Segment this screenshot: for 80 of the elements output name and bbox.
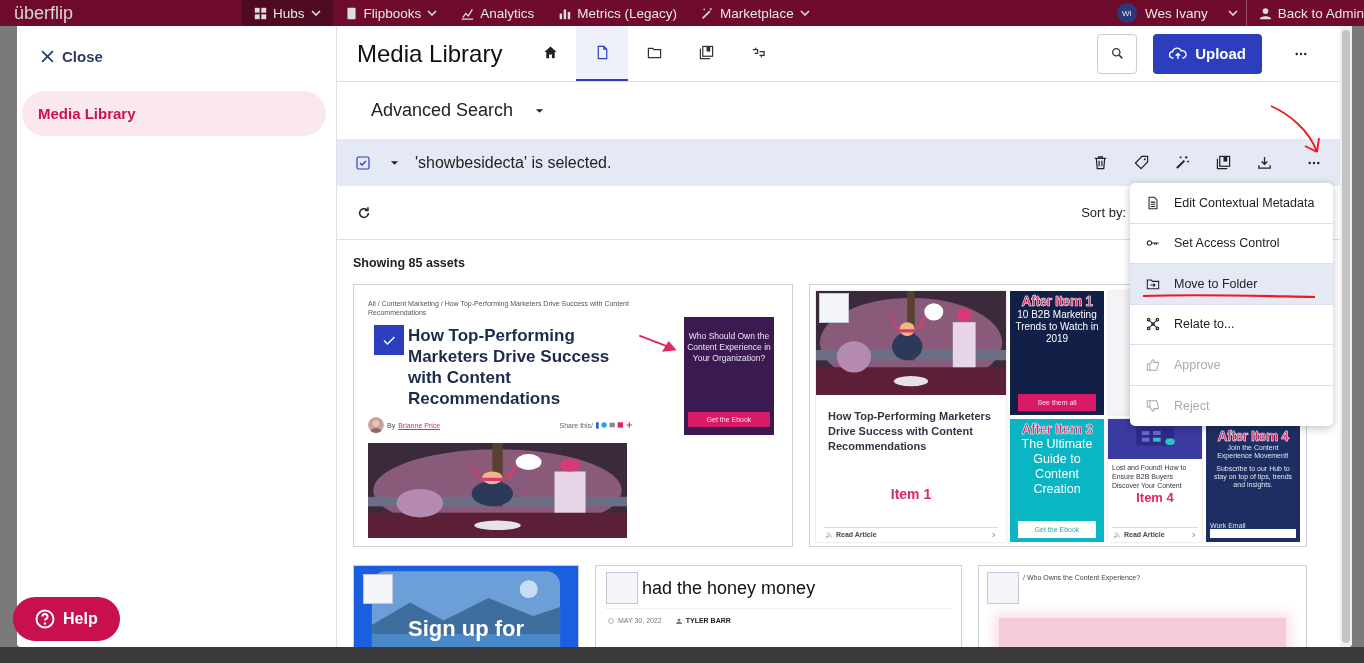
help-icon [35, 609, 55, 629]
arrow-icon [638, 333, 678, 353]
user-avatar[interactable]: WI [1116, 3, 1137, 23]
article-title: How Top-Performing Marketers Drive Success with Content Recommendations [408, 325, 611, 409]
close-icon [41, 50, 54, 63]
selection-status: 'showbesidecta' is selected. [415, 153, 612, 172]
nav-item[interactable]: Marketplace [689, 0, 822, 26]
tile-text: The Ultimate Guide to Content Creation [1020, 436, 1094, 497]
asset-card[interactable]: Sign up for [353, 565, 579, 647]
user-name[interactable]: Wes Ivany [1144, 5, 1208, 21]
caret-icon [535, 107, 545, 114]
chevron-icon [1192, 531, 1196, 538]
post-title: How Top-Performing Marketers Drive Success with Content Recommendations [827, 409, 992, 454]
select-all-checkbox[interactable] [356, 155, 370, 170]
tile-label: After Item 3 [1021, 420, 1093, 437]
banner-text: Sign up for [407, 616, 525, 643]
feed-icon [1114, 531, 1120, 538]
nav-item[interactable]: Hubs [242, 0, 333, 26]
search-button[interactable] [1097, 33, 1138, 74]
cloud-upload-icon [1169, 46, 1188, 61]
close-button[interactable]: Close [22, 46, 122, 67]
caret-icon[interactable] [1227, 10, 1238, 16]
wand-icon [701, 6, 715, 20]
advanced-search-dropdown[interactable]: Advanced Search [361, 94, 555, 127]
caret-icon [310, 10, 321, 16]
nav-item[interactable]: Flipbooks [332, 0, 450, 26]
collection-icon[interactable] [1216, 155, 1231, 170]
chevron-icon [992, 531, 996, 538]
refresh-icon[interactable] [357, 205, 371, 220]
cta-text: Who Should Own the Content Experience in Your Organization? [687, 331, 771, 364]
asset-checkbox[interactable] [374, 325, 404, 355]
nav-item[interactable]: Analytics [449, 0, 547, 26]
search-icon [1110, 47, 1124, 60]
document-icon [1146, 195, 1160, 210]
delete-icon[interactable] [1093, 155, 1108, 170]
link-icon [750, 45, 766, 60]
download-icon[interactable] [1257, 155, 1272, 170]
network-icon [1146, 317, 1160, 332]
more-icon [1295, 51, 1307, 56]
thumbs-up-icon [1146, 357, 1160, 372]
clock-icon [608, 617, 614, 624]
sidebar-item[interactable]: Media Library [22, 91, 326, 136]
folder-icon [646, 45, 662, 60]
menu-item[interactable]: Edit Contextual Metadata [1130, 183, 1333, 224]
person-icon [1258, 6, 1272, 20]
grid-icon [254, 6, 267, 20]
help-button[interactable]: Help [13, 597, 120, 641]
collection-icon [698, 45, 714, 60]
tile-text: 10 B2B Marketing Trends to Watch in 2019 [1014, 309, 1100, 345]
sort-label: Sort by: [1081, 205, 1126, 220]
scrollbar[interactable] [1342, 30, 1350, 643]
caret-icon[interactable] [390, 159, 399, 166]
caret-icon [799, 10, 810, 16]
share-icons [596, 421, 632, 429]
page-title: Media Library [357, 39, 503, 68]
book-icon [344, 6, 358, 20]
bar-chart-icon [558, 6, 572, 20]
more-icon[interactable] [1308, 160, 1320, 165]
nav-item[interactable]: Metrics (Legacy) [546, 0, 690, 26]
asset-count: Showing 85 assets [353, 256, 465, 270]
wand-icon[interactable] [1175, 155, 1190, 170]
post-title: had the honey money [642, 577, 816, 599]
item-label: Item 1 [890, 486, 932, 502]
caret-icon [427, 10, 438, 16]
menu-item[interactable]: Relate to... [1130, 304, 1333, 345]
menu-item[interactable]: Move to Folder [1130, 264, 1333, 305]
upload-button[interactable]: Upload [1153, 33, 1262, 74]
logo[interactable]: überflip [0, 2, 242, 24]
asset-card[interactable] [353, 284, 793, 547]
file-tab[interactable] [576, 26, 629, 81]
person-icon [675, 617, 682, 624]
folder-icon [1146, 276, 1160, 291]
item-label: Item 4 [1136, 489, 1174, 505]
tile-label: After Item 4 [1217, 427, 1289, 444]
home-icon [542, 45, 558, 60]
tag-icon[interactable] [1134, 155, 1149, 170]
tile-label: After Item 1 [1021, 293, 1093, 309]
feed-icon [826, 531, 832, 538]
annotation-arrow [1269, 104, 1323, 156]
thumbs-down-icon [1146, 398, 1160, 413]
